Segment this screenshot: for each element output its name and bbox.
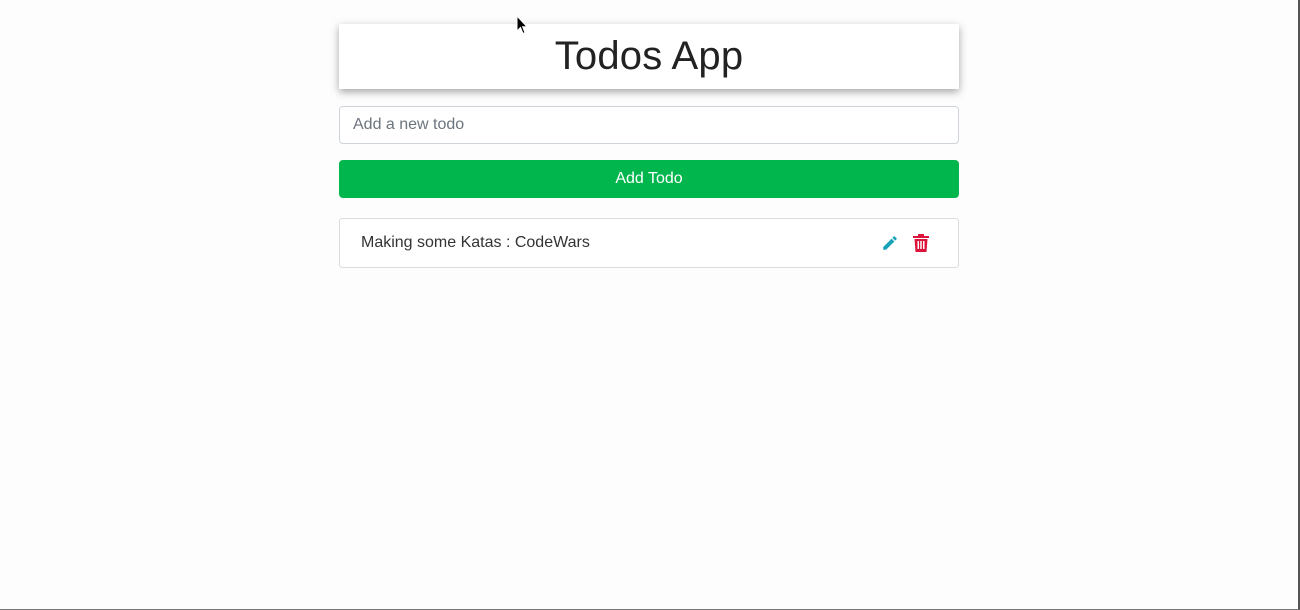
mouse-cursor-icon [516,15,528,35]
header-card: Todos App [339,24,959,89]
todo-text: Making some Katas : CodeWars [361,234,590,251]
trash-icon[interactable] [911,233,931,253]
todo-list: Making some Katas : CodeWars [339,218,959,268]
page-title: Todos App [554,34,744,78]
new-todo-input[interactable] [339,106,959,144]
todo-item: Making some Katas : CodeWars [339,218,959,268]
add-todo-button[interactable]: Add Todo [339,160,959,198]
pencil-icon[interactable] [880,233,900,253]
todos-app: Todos App Add Todo Making some Katas : C… [339,24,959,268]
